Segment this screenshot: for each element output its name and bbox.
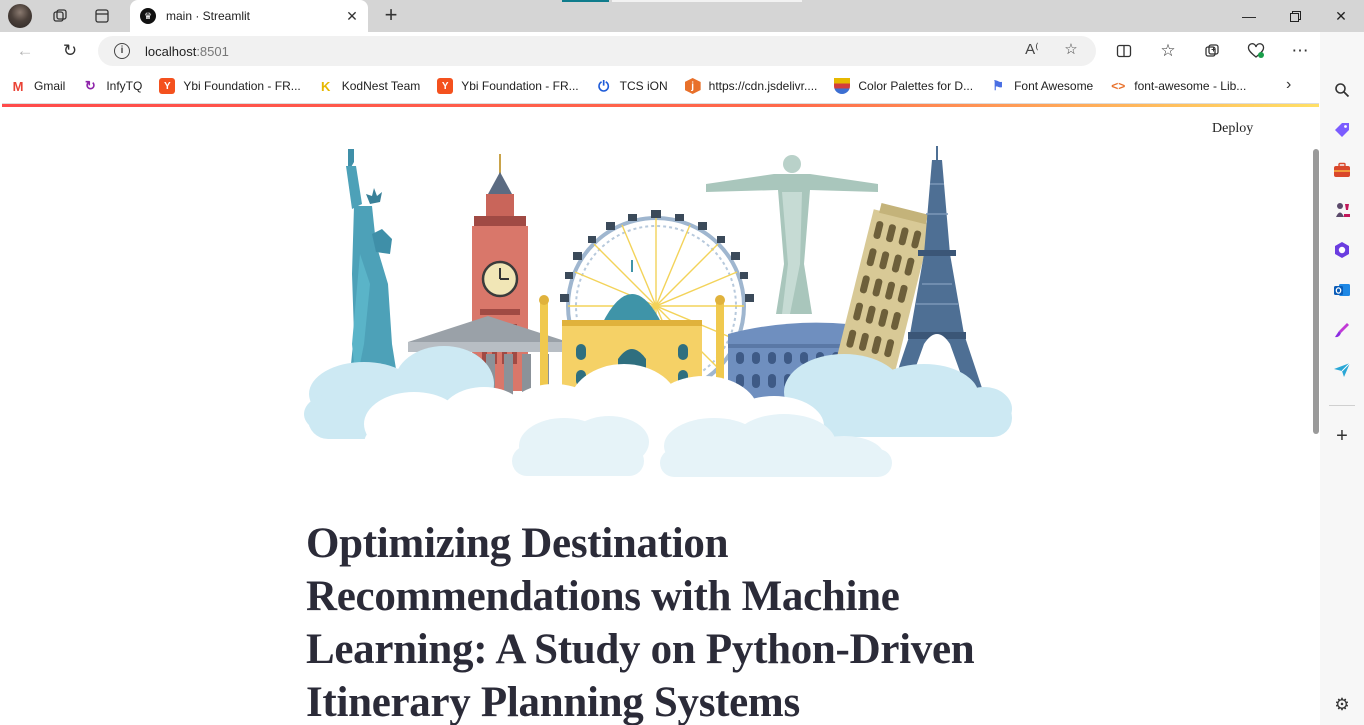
flag-icon: ⚑: [992, 78, 1004, 93]
bookmark-font-awesome-lib[interactable]: <> font-awesome - Lib...: [1110, 78, 1246, 94]
streamlit-page: Deploy Optimizing Destination Recommenda…: [2, 103, 1319, 725]
kodnest-icon: K: [321, 78, 331, 94]
bookmark-font-awesome[interactable]: ⚑ Font Awesome: [990, 78, 1093, 94]
bookmark-label: Ybi Foundation - FR...: [461, 79, 579, 93]
bookmark-kodnest[interactable]: K KodNest Team: [318, 78, 421, 94]
workspaces-icon[interactable]: [46, 4, 74, 28]
gmail-icon: M: [12, 78, 24, 94]
bookmark-label: Ybi Foundation - FR...: [183, 79, 301, 93]
tab-actions-icon[interactable]: [88, 4, 116, 28]
bookmark-label: TCS iON: [619, 79, 668, 93]
shopping-tag-icon[interactable]: [1330, 118, 1354, 142]
bookmark-label: Color Palettes for D...: [858, 79, 974, 93]
bookmark-label: https://cdn.jsdelivr....: [708, 79, 818, 93]
collections-icon[interactable]: [1199, 39, 1225, 63]
close-tab-icon[interactable]: ✕: [342, 8, 362, 25]
add-sidebar-app-icon[interactable]: +: [1330, 424, 1354, 448]
edge-sidebar: + ⚙: [1320, 32, 1364, 725]
bookmark-ybi-foundation-1[interactable]: Y Ybi Foundation - FR...: [159, 78, 301, 94]
bookmark-label: font-awesome - Lib...: [1134, 79, 1247, 93]
page-scrollbar[interactable]: [1313, 149, 1319, 434]
tab-strip: ♛ main · Streamlit ✕ + — ✕: [0, 0, 1364, 32]
tools-briefcase-icon[interactable]: [1330, 158, 1354, 182]
navigation-bar: ← ↻ i localhost:8501 A⁽ ☆ ☆ ⋯: [0, 32, 1364, 70]
favorite-star-icon[interactable]: ☆: [1059, 40, 1083, 62]
bookmark-label: KodNest Team: [341, 79, 421, 93]
statue-of-liberty-illustration: [346, 149, 400, 394]
ybi-icon: Y: [437, 78, 454, 94]
sidebar-divider: [1329, 405, 1355, 406]
ybi-icon: Y: [159, 78, 176, 94]
big-ben-illustration: [472, 154, 528, 391]
jsdelivr-icon: j: [684, 78, 701, 94]
bookmark-tcs-ion[interactable]: ⏻ TCS iON: [596, 78, 668, 94]
more-menu-icon[interactable]: ⋯: [1287, 39, 1313, 63]
back-icon[interactable]: ←: [12, 39, 38, 63]
streamlit-decoration-bar: [2, 104, 1319, 107]
address-bar[interactable]: i localhost:8501 A⁽ ☆: [98, 36, 1096, 66]
chevron-right-icon[interactable]: ›: [1286, 76, 1291, 94]
restore-button[interactable]: [1272, 0, 1318, 32]
bookmark-label: Font Awesome: [1014, 79, 1094, 93]
deploy-button[interactable]: Deploy: [1212, 121, 1253, 137]
bookmarks-bar: M Gmail ↻ InfyTQ Y Ybi Foundation - FR..…: [0, 70, 1320, 102]
designer-icon[interactable]: [1330, 318, 1354, 342]
read-aloud-icon[interactable]: A⁽: [1020, 40, 1044, 62]
bookmark-infytq[interactable]: ↻ InfyTQ: [82, 78, 142, 94]
infytq-icon: ↻: [84, 78, 96, 93]
bookmark-label: InfyTQ: [106, 79, 143, 93]
bookmark-ybi-foundation-2[interactable]: Y Ybi Foundation - FR...: [437, 78, 579, 94]
loading-indicator: [562, 0, 609, 2]
loading-indicator-track: [612, 0, 802, 2]
tab-main-streamlit[interactable]: ♛ main · Streamlit ✕: [130, 0, 368, 32]
new-tab-button[interactable]: +: [378, 4, 404, 28]
bookmark-label: Gmail: [34, 79, 66, 93]
browser-essentials-icon[interactable]: [1243, 39, 1269, 63]
page-title: Optimizing Destination Recommendations w…: [306, 520, 975, 725]
tab-title: main · Streamlit: [166, 9, 251, 23]
send-drop-icon[interactable]: [1330, 358, 1354, 382]
power-icon: ⏻: [598, 77, 610, 94]
site-info-icon[interactable]: i: [114, 43, 130, 59]
bookmark-color-palettes[interactable]: Color Palettes for D...: [834, 78, 973, 94]
bookmark-gmail[interactable]: M Gmail: [10, 78, 66, 94]
split-screen-icon[interactable]: [1111, 39, 1137, 63]
profile-avatar[interactable]: [8, 4, 32, 28]
microsoft-365-icon[interactable]: [1330, 238, 1354, 262]
outlook-icon[interactable]: [1330, 278, 1354, 302]
palette-icon: [834, 78, 851, 94]
code-icon: <>: [1111, 79, 1126, 93]
search-icon[interactable]: [1330, 78, 1354, 102]
bookmark-jsdelivr[interactable]: j https://cdn.jsdelivr....: [684, 78, 818, 94]
streamlit-favicon-icon: ♛: [140, 8, 156, 24]
sidebar-settings-gear-icon[interactable]: ⚙: [1330, 693, 1354, 717]
minimize-button[interactable]: —: [1226, 0, 1272, 32]
url-text[interactable]: localhost:8501: [145, 44, 229, 59]
close-window-button[interactable]: ✕: [1318, 0, 1364, 32]
christ-the-redeemer-illustration: [706, 155, 878, 314]
games-chess-icon[interactable]: [1330, 198, 1354, 222]
refresh-icon[interactable]: ↻: [57, 39, 83, 63]
world-landmarks-illustration: [304, 146, 1012, 477]
favorites-icon[interactable]: ☆: [1155, 39, 1181, 63]
